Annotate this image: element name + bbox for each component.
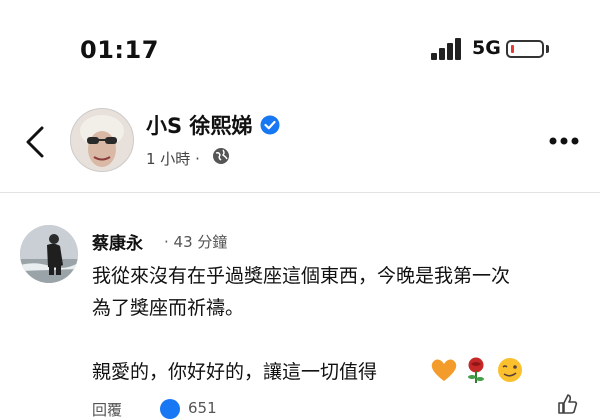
commenter-name[interactable]: 蔡康永 bbox=[92, 229, 143, 254]
commenter-avatar[interactable] bbox=[20, 225, 78, 283]
winking-face-icon bbox=[498, 358, 522, 382]
battery-cap bbox=[546, 45, 549, 53]
author-avatar[interactable] bbox=[70, 108, 134, 172]
like-badge-icon bbox=[160, 399, 180, 419]
author-name[interactable]: 小S 徐熙娣 bbox=[146, 110, 252, 140]
status-bar: 01:17 5G bbox=[0, 0, 600, 100]
more-options-icon[interactable] bbox=[548, 136, 580, 146]
rose-icon bbox=[468, 357, 484, 383]
back-arrow-icon[interactable] bbox=[22, 122, 50, 162]
comment: 蔡康永 · 43 分鐘 我從來沒有在乎過獎座這個東西，今晚是我第一次 為了獎座而… bbox=[0, 193, 600, 419]
comment-text-line: 為了獎座而祈禱。 bbox=[92, 297, 245, 319]
globe-icon bbox=[213, 148, 229, 164]
post-time: 1 小時 · bbox=[146, 150, 200, 168]
avatar-portrait-image bbox=[71, 109, 133, 171]
comment-text-line: 親愛的，你好好的，讓這一切值得 bbox=[92, 361, 378, 383]
like-count[interactable]: 651 bbox=[188, 399, 217, 417]
comment-time: · 43 分鐘 bbox=[164, 233, 228, 251]
status-time: 01:17 bbox=[80, 36, 159, 64]
post-header: 小S 徐熙娣 1 小時 · bbox=[0, 100, 600, 188]
battery-icon bbox=[506, 40, 544, 58]
battery-level bbox=[511, 45, 514, 53]
orange-heart-icon bbox=[431, 359, 457, 381]
emoji-group bbox=[431, 357, 522, 383]
commenter-photo-image bbox=[20, 225, 78, 283]
verified-badge-icon bbox=[260, 115, 280, 135]
cellular-signal-icon bbox=[431, 38, 461, 60]
network-type: 5G bbox=[472, 37, 501, 59]
like-thumb-icon[interactable] bbox=[556, 393, 578, 415]
comment-text-line: 我從來沒有在乎過獎座這個東西，今晚是我第一次 bbox=[92, 265, 511, 287]
